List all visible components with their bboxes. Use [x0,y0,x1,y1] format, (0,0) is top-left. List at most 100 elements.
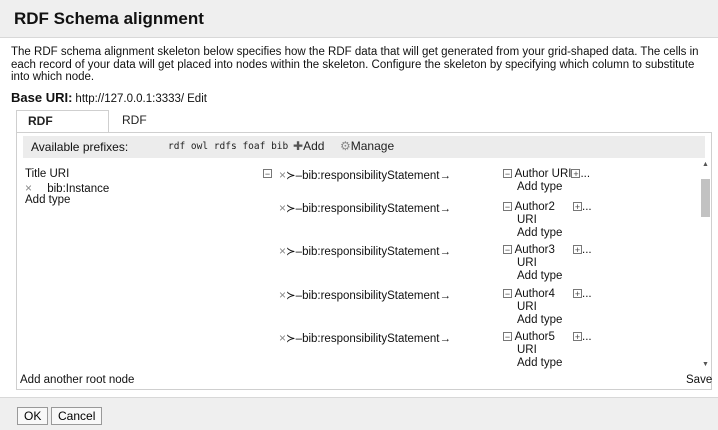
arrow-icon: ≻– [286,333,303,345]
more-icon[interactable]: ... [582,331,592,343]
target-node: − Author4 [503,288,555,300]
target-node-controls: +... [573,288,592,300]
prefix-list: rdf owl rdfs foaf bib [168,141,288,152]
more-icon[interactable]: ... [582,244,592,256]
root-node-title[interactable]: Title URI [25,168,69,180]
arrow-icon: → [439,290,452,302]
link-property[interactable]: bib:responsibilityStatement [302,246,439,258]
target-node-controls: +... [573,331,592,343]
target-node-label[interactable]: Author4 [515,288,555,300]
cancel-button[interactable]: Cancel [51,407,103,425]
collapse-icon[interactable]: − [503,245,512,255]
more-icon[interactable]: ... [582,288,592,300]
target-node-controls: +... [573,201,592,213]
add-type-link[interactable]: Add type [517,227,562,239]
prefix-bar: Available prefixes: rdf owl rdfs foaf bi… [23,136,705,158]
add-prefix-button[interactable]: ✚Add [293,139,324,153]
link-property[interactable]: bib:responsibilityStatement [302,290,439,302]
link-row: ×≻–bib:responsibilityStatement→ [279,168,451,182]
target-node-label[interactable]: Author5 [515,331,555,343]
remove-link-icon[interactable]: × [279,201,286,215]
target-node-label-cont: URI [517,344,537,356]
target-node-label[interactable]: Author3 [515,244,555,256]
prefix-item[interactable]: rdfs [214,141,237,152]
plus-icon: ✚ [293,139,304,153]
skeleton-panel: Available prefixes: rdf owl rdfs foaf bi… [16,132,712,390]
target-node: − Author3 [503,244,555,256]
add-type-link[interactable]: Add type [517,270,562,282]
dialog-header: RDF Schema alignment [0,0,718,38]
remove-link-icon[interactable]: × [279,168,286,182]
vertical-scrollbar[interactable]: ▲ ▼ [700,161,711,371]
link-property[interactable]: bib:responsibilityStatement [302,333,439,345]
ok-button[interactable]: OK [17,407,49,425]
expand-icon[interactable]: + [573,245,582,255]
remove-link-icon[interactable]: × [279,288,286,302]
target-node-label-cont: URI [517,214,537,226]
arrow-icon: ≻– [286,170,303,182]
link-property[interactable]: bib:responsibilityStatement [302,203,439,215]
tab-rdf-skeleton[interactable]: RDF skeleton [16,110,109,149]
expand-icon[interactable]: + [573,202,582,212]
target-node: − Author5 [503,331,555,343]
arrow-icon: → [439,170,452,182]
collapse-icon[interactable]: − [263,168,272,180]
collapse-icon[interactable]: − [503,332,512,342]
gear-icon: ⚙ [340,139,351,153]
arrow-icon: ≻– [286,203,303,215]
expand-icon[interactable]: + [573,332,582,342]
remove-link-icon[interactable]: × [279,244,286,258]
more-icon[interactable]: ... [582,201,592,213]
expand-icon[interactable]: + [573,289,582,299]
arrow-icon: → [439,203,452,215]
base-uri-row: Base URI: http://127.0.0.1:3333/Edit [11,90,207,105]
link-row: ×≻–bib:responsibilityStatement→ [279,288,451,302]
arrow-icon: → [439,333,452,345]
link-property[interactable]: bib:responsibilityStatement [302,170,439,182]
link-row: ×≻–bib:responsibilityStatement→ [279,201,451,215]
manage-prefixes-label: Manage [350,139,395,153]
add-type-link[interactable]: Add type [517,181,562,193]
prefix-item[interactable]: foaf [242,141,265,152]
target-node-label[interactable]: Author URI [515,168,572,180]
add-root-node-link[interactable]: Add another root node [20,374,134,386]
link-row: ×≻–bib:responsibilityStatement→ [279,331,451,345]
root-node-type-row: × bib:Instance [25,181,109,195]
arrow-icon: → [439,246,452,258]
dialog-description: The RDF schema alignment skeleton below … [11,46,699,84]
tab-rdf-preview[interactable]: RDF Preview [111,110,197,148]
more-icon[interactable]: ... [580,168,590,180]
collapse-icon[interactable]: − [503,289,512,299]
dialog-footer: OK Cancel [0,397,718,430]
base-uri-value: http://127.0.0.1:3333/ [75,93,185,105]
add-type-link[interactable]: Add type [517,314,562,326]
base-uri-edit-link[interactable]: Edit [187,93,207,105]
save-link[interactable]: Save [686,374,712,386]
collapse-icon[interactable]: − [503,202,512,212]
scroll-down-icon[interactable]: ▼ [702,361,709,368]
arrow-icon: ≻– [286,246,303,258]
add-prefix-label: Add [303,139,325,153]
collapse-icon[interactable]: − [503,169,512,179]
target-node-label[interactable]: Author2 [515,201,555,213]
prefix-item[interactable]: bib [271,141,288,152]
target-node-label-cont: URI [517,257,537,269]
remove-type-icon[interactable]: × [25,181,32,195]
remove-link-icon[interactable]: × [279,331,286,345]
scrollbar-thumb[interactable] [701,179,710,217]
link-row: ×≻–bib:responsibilityStatement→ [279,244,451,258]
manage-prefixes-button[interactable]: ⚙Manage [340,139,394,153]
scroll-up-icon[interactable]: ▲ [702,161,709,168]
dialog-title: RDF Schema alignment [14,9,204,28]
target-node-label-cont: URI [517,301,537,313]
target-node: − Author URI +... [503,168,590,180]
prefixes-label: Available prefixes: [31,140,129,154]
add-type-link[interactable]: Add type [517,357,562,369]
root-add-type-link[interactable]: Add type [25,194,70,206]
arrow-icon: ≻– [286,290,303,302]
prefix-item[interactable]: owl [191,141,208,152]
target-node: − Author2 [503,201,555,213]
target-node-controls: +... [573,244,592,256]
prefix-item[interactable]: rdf [168,141,185,152]
base-uri-label: Base URI: [11,90,73,105]
